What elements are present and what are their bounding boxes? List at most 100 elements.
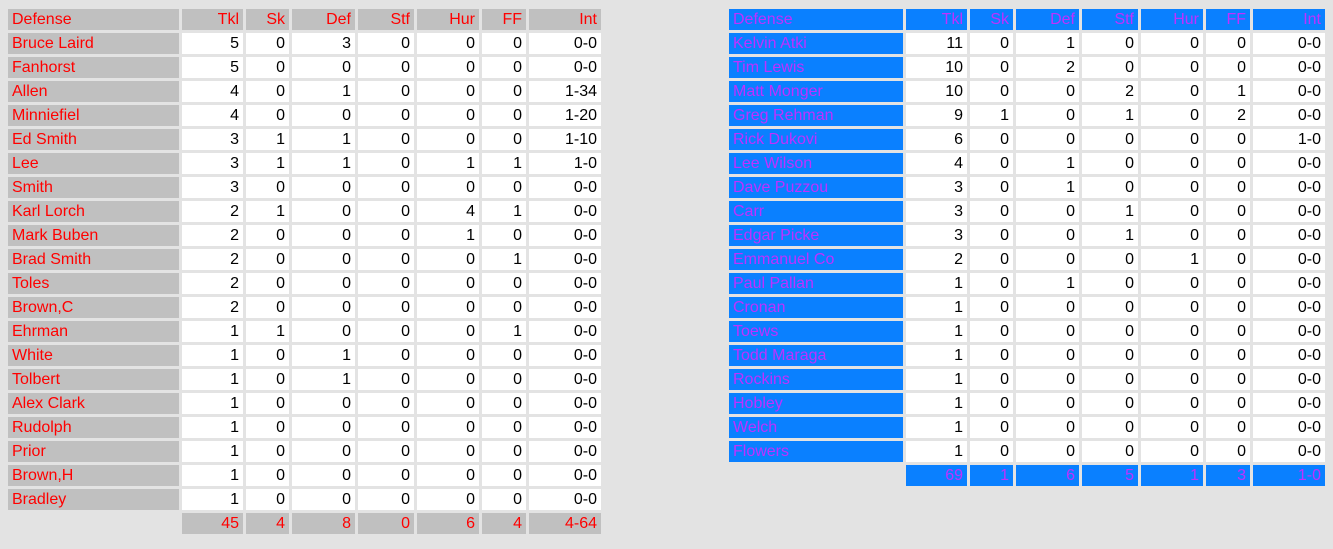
table-row: Kelvin Atki 11 0 1 0 0 0 0-0 (729, 33, 1325, 54)
stat-ff: 0 (482, 297, 526, 318)
stat-tkl: 3 (182, 129, 243, 150)
player-name: Brown,C (8, 297, 179, 318)
stat-int: 0-0 (1253, 81, 1325, 102)
table-row: Welch 1 0 0 0 0 0 0-0 (729, 417, 1325, 438)
stat-def: 0 (1016, 369, 1079, 390)
column-header-stf: Stf (358, 9, 414, 30)
stat-stf: 0 (1082, 417, 1138, 438)
stat-int: 0-0 (529, 345, 601, 366)
stat-tkl: 5 (182, 57, 243, 78)
column-header-sk: Sk (970, 9, 1013, 30)
table-row: Hobley 1 0 0 0 0 0 0-0 (729, 393, 1325, 414)
stat-ff: 0 (482, 81, 526, 102)
stat-ff: 0 (1206, 129, 1250, 150)
stat-def: 0 (1016, 129, 1079, 150)
player-name: Kelvin Atki (729, 33, 903, 54)
stat-sk: 0 (970, 273, 1013, 294)
stat-int: 0-0 (1253, 201, 1325, 222)
stat-int: 1-20 (529, 105, 601, 126)
stat-int: 0-0 (529, 441, 601, 462)
stat-tkl: 1 (906, 393, 967, 414)
table-row: Todd Maraga 1 0 0 0 0 0 0-0 (729, 345, 1325, 366)
stat-sk: 0 (970, 249, 1013, 270)
player-name: Toles (8, 273, 179, 294)
stat-sk: 0 (246, 489, 289, 510)
total-sk: 1 (970, 465, 1013, 486)
column-header-hur: Hur (417, 9, 479, 30)
stat-tkl: 1 (906, 441, 967, 462)
stat-tkl: 1 (906, 321, 967, 342)
stat-def: 0 (292, 273, 355, 294)
player-name: Prior (8, 441, 179, 462)
stat-stf: 0 (358, 201, 414, 222)
stat-def: 0 (292, 393, 355, 414)
player-name: Karl Lorch (8, 201, 179, 222)
table-row: Mark Buben 2 0 0 0 1 0 0-0 (8, 225, 601, 246)
stat-sk: 0 (970, 417, 1013, 438)
stat-def: 1 (1016, 273, 1079, 294)
stat-hur: 0 (417, 489, 479, 510)
stat-tkl: 1 (182, 441, 243, 462)
stat-def: 0 (292, 441, 355, 462)
stat-tkl: 1 (906, 297, 967, 318)
total-ff: 3 (1206, 465, 1250, 486)
stat-hur: 0 (1141, 201, 1203, 222)
player-name: Todd Maraga (729, 345, 903, 366)
stat-def: 1 (292, 153, 355, 174)
stat-sk: 0 (246, 465, 289, 486)
left-team-header-row: Defense Tkl Sk Def Stf Hur FF Int (8, 9, 601, 30)
table-row: Rockins 1 0 0 0 0 0 0-0 (729, 369, 1325, 390)
stat-def: 0 (292, 201, 355, 222)
stat-sk: 0 (970, 81, 1013, 102)
stat-def: 0 (292, 105, 355, 126)
stat-sk: 0 (246, 177, 289, 198)
stat-ff: 0 (1206, 57, 1250, 78)
stat-sk: 0 (970, 321, 1013, 342)
stat-hur: 1 (417, 225, 479, 246)
player-name: Lee Wilson (729, 153, 903, 174)
stat-stf: 0 (358, 489, 414, 510)
stat-hur: 0 (417, 57, 479, 78)
stat-def: 0 (1016, 249, 1079, 270)
stat-sk: 0 (970, 393, 1013, 414)
player-name: White (8, 345, 179, 366)
stat-hur: 0 (417, 441, 479, 462)
stat-hur: 0 (1141, 177, 1203, 198)
stat-sk: 0 (970, 225, 1013, 246)
stat-def: 0 (1016, 201, 1079, 222)
stat-tkl: 3 (906, 201, 967, 222)
column-header-defense: Defense (8, 9, 179, 30)
stat-sk: 0 (246, 345, 289, 366)
stat-hur: 0 (1141, 417, 1203, 438)
stat-hur: 0 (417, 129, 479, 150)
column-header-def: Def (292, 9, 355, 30)
stat-stf: 0 (358, 33, 414, 54)
stat-ff: 0 (1206, 321, 1250, 342)
stat-stf: 0 (358, 345, 414, 366)
stat-ff: 0 (1206, 297, 1250, 318)
stat-def: 0 (292, 297, 355, 318)
stat-sk: 0 (246, 297, 289, 318)
right-team-header-row: Defense Tkl Sk Def Stf Hur FF Int (729, 9, 1325, 30)
stat-ff: 0 (482, 129, 526, 150)
stat-stf: 0 (1082, 345, 1138, 366)
stat-def: 0 (292, 321, 355, 342)
stat-tkl: 1 (906, 273, 967, 294)
stat-int: 0-0 (1253, 33, 1325, 54)
column-header-ff: FF (1206, 9, 1250, 30)
stat-stf: 0 (1082, 297, 1138, 318)
stat-int: 0-0 (529, 57, 601, 78)
table-row: Toles 2 0 0 0 0 0 0-0 (8, 273, 601, 294)
player-name: Tolbert (8, 369, 179, 390)
stat-stf: 0 (358, 369, 414, 390)
stat-tkl: 6 (906, 129, 967, 150)
stat-def: 1 (1016, 177, 1079, 198)
stat-stf: 0 (358, 153, 414, 174)
stat-hur: 0 (417, 465, 479, 486)
stat-stf: 0 (358, 465, 414, 486)
player-name: Emmanuel Co (729, 249, 903, 270)
stat-tkl: 1 (182, 417, 243, 438)
stat-int: 0-0 (529, 273, 601, 294)
stat-ff: 0 (482, 369, 526, 390)
stat-def: 0 (1016, 393, 1079, 414)
